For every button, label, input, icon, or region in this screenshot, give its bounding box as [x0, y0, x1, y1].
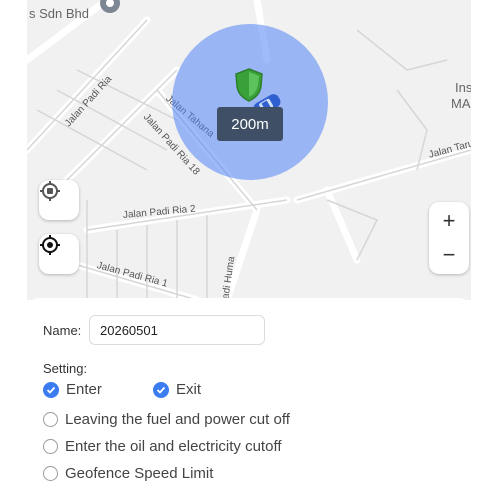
option-leaving-cutoff[interactable]: Leaving the fuel and power cut off — [43, 411, 290, 428]
unchecked-radio-icon[interactable] — [43, 466, 58, 481]
name-input[interactable] — [89, 315, 265, 345]
unchecked-radio-icon[interactable] — [43, 412, 58, 427]
zoom-in-button[interactable]: + — [429, 203, 469, 239]
map-view[interactable]: s Sdn Bhd Ins MA Jalan Padi Ria Jalan Ta… — [27, 0, 471, 300]
option-speed-limit[interactable]: Geofence Speed Limit — [43, 465, 213, 482]
option-exit[interactable]: Exit — [153, 381, 201, 398]
option-label: Enter — [66, 381, 102, 398]
checked-icon[interactable] — [153, 381, 169, 398]
option-label: Geofence Speed Limit — [65, 465, 214, 482]
poi-label: MA — [451, 96, 471, 111]
checked-icon[interactable] — [43, 381, 59, 398]
option-label: Enter the oil and electricity cutoff — [65, 438, 282, 455]
poi-label: Ins — [455, 80, 471, 95]
zoom-out-button[interactable]: − — [429, 237, 469, 273]
radius-badge: 200m — [217, 107, 283, 141]
option-label: Leaving the fuel and power cut off — [65, 411, 290, 428]
unchecked-radio-icon[interactable] — [43, 439, 58, 454]
setting-label: Setting: — [43, 361, 88, 376]
option-enter-cutoff[interactable]: Enter the oil and electricity cutoff — [43, 438, 282, 455]
name-label: Name: — [43, 323, 82, 338]
option-label: Exit — [176, 381, 202, 398]
geofence-screen: s Sdn Bhd Ins MA Jalan Padi Ria Jalan Ta… — [0, 0, 500, 500]
option-enter[interactable]: Enter — [43, 381, 102, 398]
geofence-settings-panel: Name: Setting: Enter Exit Leaving the fu… — [27, 298, 471, 500]
zoom-control: + − — [429, 202, 469, 274]
locate-vehicle-button[interactable] — [39, 180, 79, 220]
poi-label: s Sdn Bhd — [29, 6, 89, 21]
my-location-button[interactable] — [39, 234, 79, 274]
